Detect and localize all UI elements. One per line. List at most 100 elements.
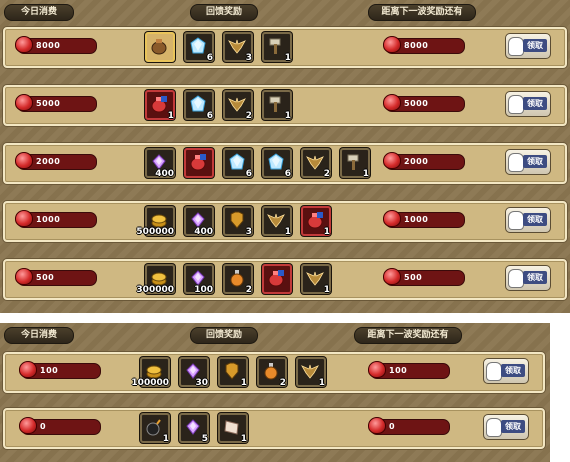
claim-label: 领取 [501, 364, 525, 377]
item-count: 1 [318, 378, 325, 388]
consume-amount-value: 1000 [36, 215, 61, 224]
reward-item[interactable]: 2 [223, 90, 253, 121]
remain-amount: 8000 [383, 36, 465, 54]
item-count: 1 [240, 434, 247, 444]
reward-item[interactable]: 1 [301, 206, 331, 237]
reward-item[interactable]: 1 [301, 264, 331, 295]
hand-icon [508, 95, 524, 114]
item-count: 5 [201, 434, 208, 444]
reward-item[interactable]: 1 [218, 413, 248, 444]
reward-item[interactable]: 6 [223, 148, 253, 179]
claim-button[interactable]: 领取 [483, 414, 529, 440]
item-count: 6 [284, 169, 291, 179]
reward-item[interactable] [262, 264, 292, 294]
item-count: 300000 [136, 285, 174, 295]
reward-item[interactable]: 6 [184, 90, 214, 121]
reward-item[interactable]: 3 [223, 32, 253, 63]
reward-item[interactable]: 1 [262, 32, 292, 63]
reward-item[interactable]: 1 [218, 357, 248, 388]
reward-item[interactable]: 100 [184, 264, 214, 295]
item-count: 1 [284, 53, 291, 63]
reward-panel-bottom: 今日消费 回馈奖励 距离下一波奖励还有 100 100000 30 1 2 1 100 领取 0… [0, 323, 550, 462]
reward-item[interactable]: 1 [340, 148, 370, 179]
item-count: 1 [240, 378, 247, 388]
reward-item[interactable]: 400 [184, 206, 214, 237]
remain-amount-value: 1000 [404, 215, 429, 224]
consume-amount: 1000 [15, 210, 97, 228]
ruby-icon [19, 361, 37, 378]
claim-label: 领取 [523, 97, 547, 110]
reward-item[interactable]: 2 [257, 357, 287, 388]
item-count: 2 [323, 169, 330, 179]
hand-icon [508, 211, 524, 230]
consume-amount: 0 [19, 417, 101, 435]
item-count: 2 [245, 111, 252, 121]
ruby-icon [368, 361, 386, 378]
consume-amount-value: 100 [40, 366, 59, 375]
reward-item[interactable]: 100000 [131, 357, 170, 388]
reward-item[interactable]: 1 [296, 357, 326, 388]
reward-item[interactable]: 30 [179, 357, 209, 388]
item-count: 6 [206, 111, 213, 121]
item-count: 1 [323, 227, 330, 237]
item-count: 1 [284, 111, 291, 121]
reward-item[interactable]: 400 [145, 148, 175, 179]
reward-item[interactable]: 2 [301, 148, 331, 179]
ruby-icon [383, 268, 401, 285]
reward-item[interactable]: 1 [140, 413, 170, 444]
claim-button[interactable]: 领取 [505, 33, 551, 59]
reward-item[interactable]: 2 [223, 264, 253, 295]
reward-item[interactable]: 6 [184, 32, 214, 63]
reward-item[interactable]: 300000 [136, 264, 175, 295]
consume-amount: 5000 [15, 94, 97, 112]
claim-label: 领取 [523, 271, 547, 284]
reward-item[interactable]: 6 [262, 148, 292, 179]
reward-item[interactable]: 1 [262, 206, 292, 237]
item-count: 2 [279, 378, 286, 388]
ruby-icon [383, 210, 401, 227]
claim-label: 领取 [501, 420, 525, 433]
reward-item[interactable]: 1 [262, 90, 292, 121]
ruby-icon [15, 94, 33, 111]
item-count: 6 [245, 169, 252, 179]
hand-icon [508, 153, 524, 172]
reward-tier-row: 5000 1 6 2 1 5000 领取 [3, 85, 567, 126]
reward-tier-row: 2000 400 6 6 2 1 2000 领取 [3, 143, 567, 184]
header-reward: 回馈奖励 [190, 327, 258, 344]
remain-amount-value: 500 [404, 273, 423, 282]
reward-tier-row: 0 1 5 1 0 领取 [3, 408, 545, 449]
ruby-icon [368, 417, 386, 434]
reward-item[interactable] [184, 148, 214, 178]
consume-amount-value: 0 [40, 422, 47, 431]
claim-button[interactable]: 领取 [505, 207, 551, 233]
item-count: 1 [162, 434, 169, 444]
item-count: 6 [206, 53, 213, 63]
item-count: 400 [155, 169, 174, 179]
reward-item[interactable]: 3 [223, 206, 253, 237]
claim-button[interactable]: 领取 [483, 358, 529, 384]
ruby-icon [383, 94, 401, 111]
consume-amount: 500 [15, 268, 97, 286]
remain-amount-value: 0 [389, 422, 396, 431]
remain-amount: 0 [368, 417, 450, 435]
hand-icon [508, 269, 524, 288]
reward-tier-row: 100 100000 30 1 2 1 100 领取 [3, 352, 545, 393]
item-count: 100 [194, 285, 213, 295]
hand-icon [486, 362, 502, 381]
claim-button[interactable]: 领取 [505, 91, 551, 117]
item-count: 1 [167, 111, 174, 121]
claim-label: 领取 [523, 155, 547, 168]
remain-amount-value: 100 [389, 366, 408, 375]
ruby-icon [19, 417, 37, 434]
claim-button[interactable]: 领取 [505, 149, 551, 175]
claim-button[interactable]: 领取 [505, 265, 551, 291]
reward-item[interactable]: 1 [145, 90, 175, 121]
hand-icon [486, 418, 502, 437]
item-count: 3 [245, 53, 252, 63]
remain-amount-value: 5000 [404, 99, 429, 108]
ruby-icon [15, 152, 33, 169]
reward-item[interactable] [145, 32, 175, 62]
reward-item[interactable]: 5 [179, 413, 209, 444]
reward-item[interactable]: 500000 [136, 206, 175, 237]
item-count: 100000 [131, 378, 169, 388]
